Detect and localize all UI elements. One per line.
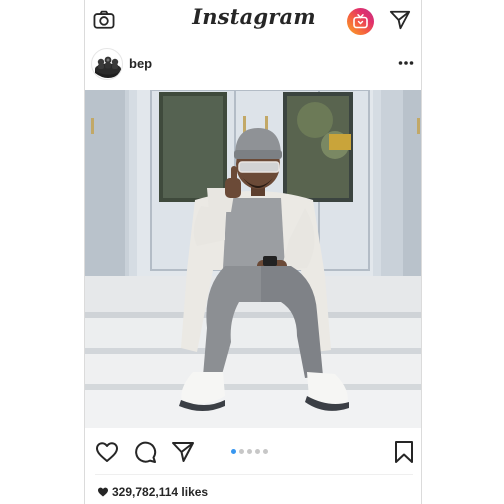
avatar[interactable] (91, 48, 123, 80)
post-header: bep (85, 44, 421, 84)
heart-icon[interactable] (95, 440, 119, 464)
likes-count[interactable]: 329,782,114 likes (97, 485, 208, 499)
post-username[interactable]: bep (129, 56, 152, 71)
carousel-dot (255, 449, 260, 454)
post-actions-bar (85, 438, 421, 468)
comment-icon[interactable] (133, 440, 157, 464)
carousel-dot (247, 449, 252, 454)
photo-illustration (85, 90, 421, 428)
igtv-icon[interactable] (347, 8, 374, 35)
more-options-icon[interactable] (397, 54, 415, 72)
post-photo[interactable] (85, 90, 421, 428)
direct-message-icon[interactable] (389, 9, 411, 31)
carousel-dot (239, 449, 244, 454)
top-nav-bar: Instagram (85, 0, 421, 40)
carousel-dot-active (231, 449, 236, 454)
heart-filled-icon (98, 487, 108, 497)
carousel-dot (263, 449, 268, 454)
bookmark-icon[interactable] (393, 440, 415, 464)
carousel-indicator (231, 449, 268, 455)
divider (95, 474, 413, 475)
likes-text: 329,782,114 likes (112, 485, 209, 499)
share-icon[interactable] (171, 440, 195, 464)
instagram-post-frame: Instagram bep 329,782,114 likes (84, 0, 422, 504)
